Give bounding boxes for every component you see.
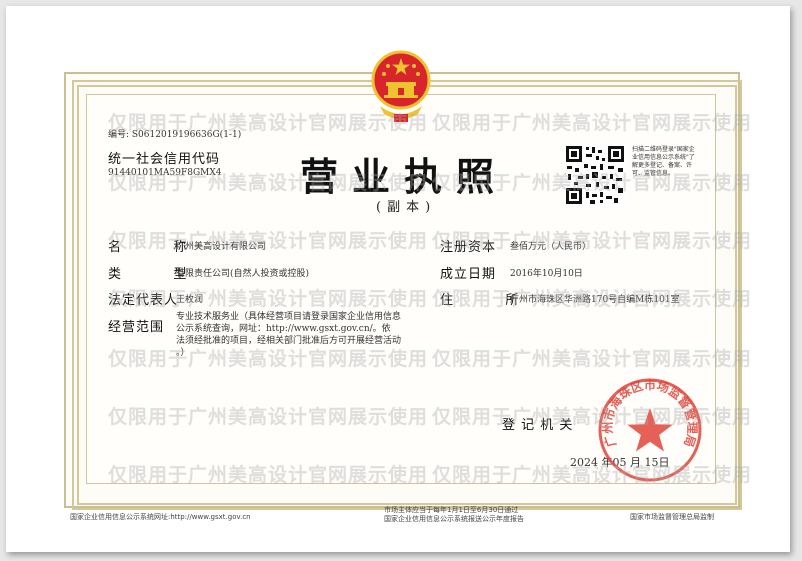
watermark-text: 仅限用于广州美高设计官网展示使用 bbox=[432, 464, 753, 486]
footer-annual-report-line2: 国家企业信用信息公示系统报送公示年度报告 bbox=[384, 515, 524, 523]
watermark-text: 仅限用于广州美高设计官网展示使用 bbox=[108, 406, 429, 428]
established-date-value: 2016年10月10日 bbox=[510, 269, 583, 279]
watermark-text: 仅限用于广州美高设计官网展示使用 bbox=[432, 172, 753, 194]
credit-code-label: 统一社会信用代码 bbox=[108, 152, 221, 167]
watermark-text: 仅限用于广州美高设计官网展示使用 bbox=[432, 288, 753, 310]
established-date-label: 成立日期 bbox=[440, 267, 497, 282]
business-scope-label: 经营范围 bbox=[108, 320, 165, 335]
watermark-text: 仅限用于广州美高设计官网展示使用 bbox=[108, 348, 429, 370]
business-scope-line: 公示系统查询，网址：http://www.gsxt.gov.cn/。依 bbox=[176, 324, 391, 334]
type-value: 有限责任公司(自然人投资或控股) bbox=[176, 269, 310, 279]
license-subtitle: (副本) bbox=[376, 200, 437, 215]
watermark-text: 仅限用于广州美高设计官网展示使用 bbox=[432, 230, 753, 252]
watermark-text: 仅限用于广州美高设计官网展示使用 bbox=[108, 112, 429, 134]
footer-supervisor: 国家市场监督管理总局监制 bbox=[630, 513, 714, 521]
watermark-text: 仅限用于广州美高设计官网展示使用 bbox=[432, 348, 753, 370]
watermark-text: 仅限用于广州美高设计官网展示使用 bbox=[108, 464, 429, 486]
business-scope-line: 专业技术服务业（具体经营项目请登录国家企业信用信息 bbox=[176, 312, 402, 322]
watermark-text: 仅限用于广州美高设计官网展示使用 bbox=[108, 288, 429, 310]
watermark-text: 仅限用于广州美高设计官网展示使用 bbox=[108, 172, 429, 194]
watermark-text: 仅限用于广州美高设计官网展示使用 bbox=[432, 406, 753, 428]
watermark-text: 仅限用于广州美高设计官网展示使用 bbox=[108, 230, 429, 252]
watermark-text: 仅限用于广州美高设计官网展示使用 bbox=[432, 112, 753, 134]
footer-website: 国家企业信用信息公示系统网址:http://www.gsxt.gov.cn bbox=[70, 513, 251, 521]
